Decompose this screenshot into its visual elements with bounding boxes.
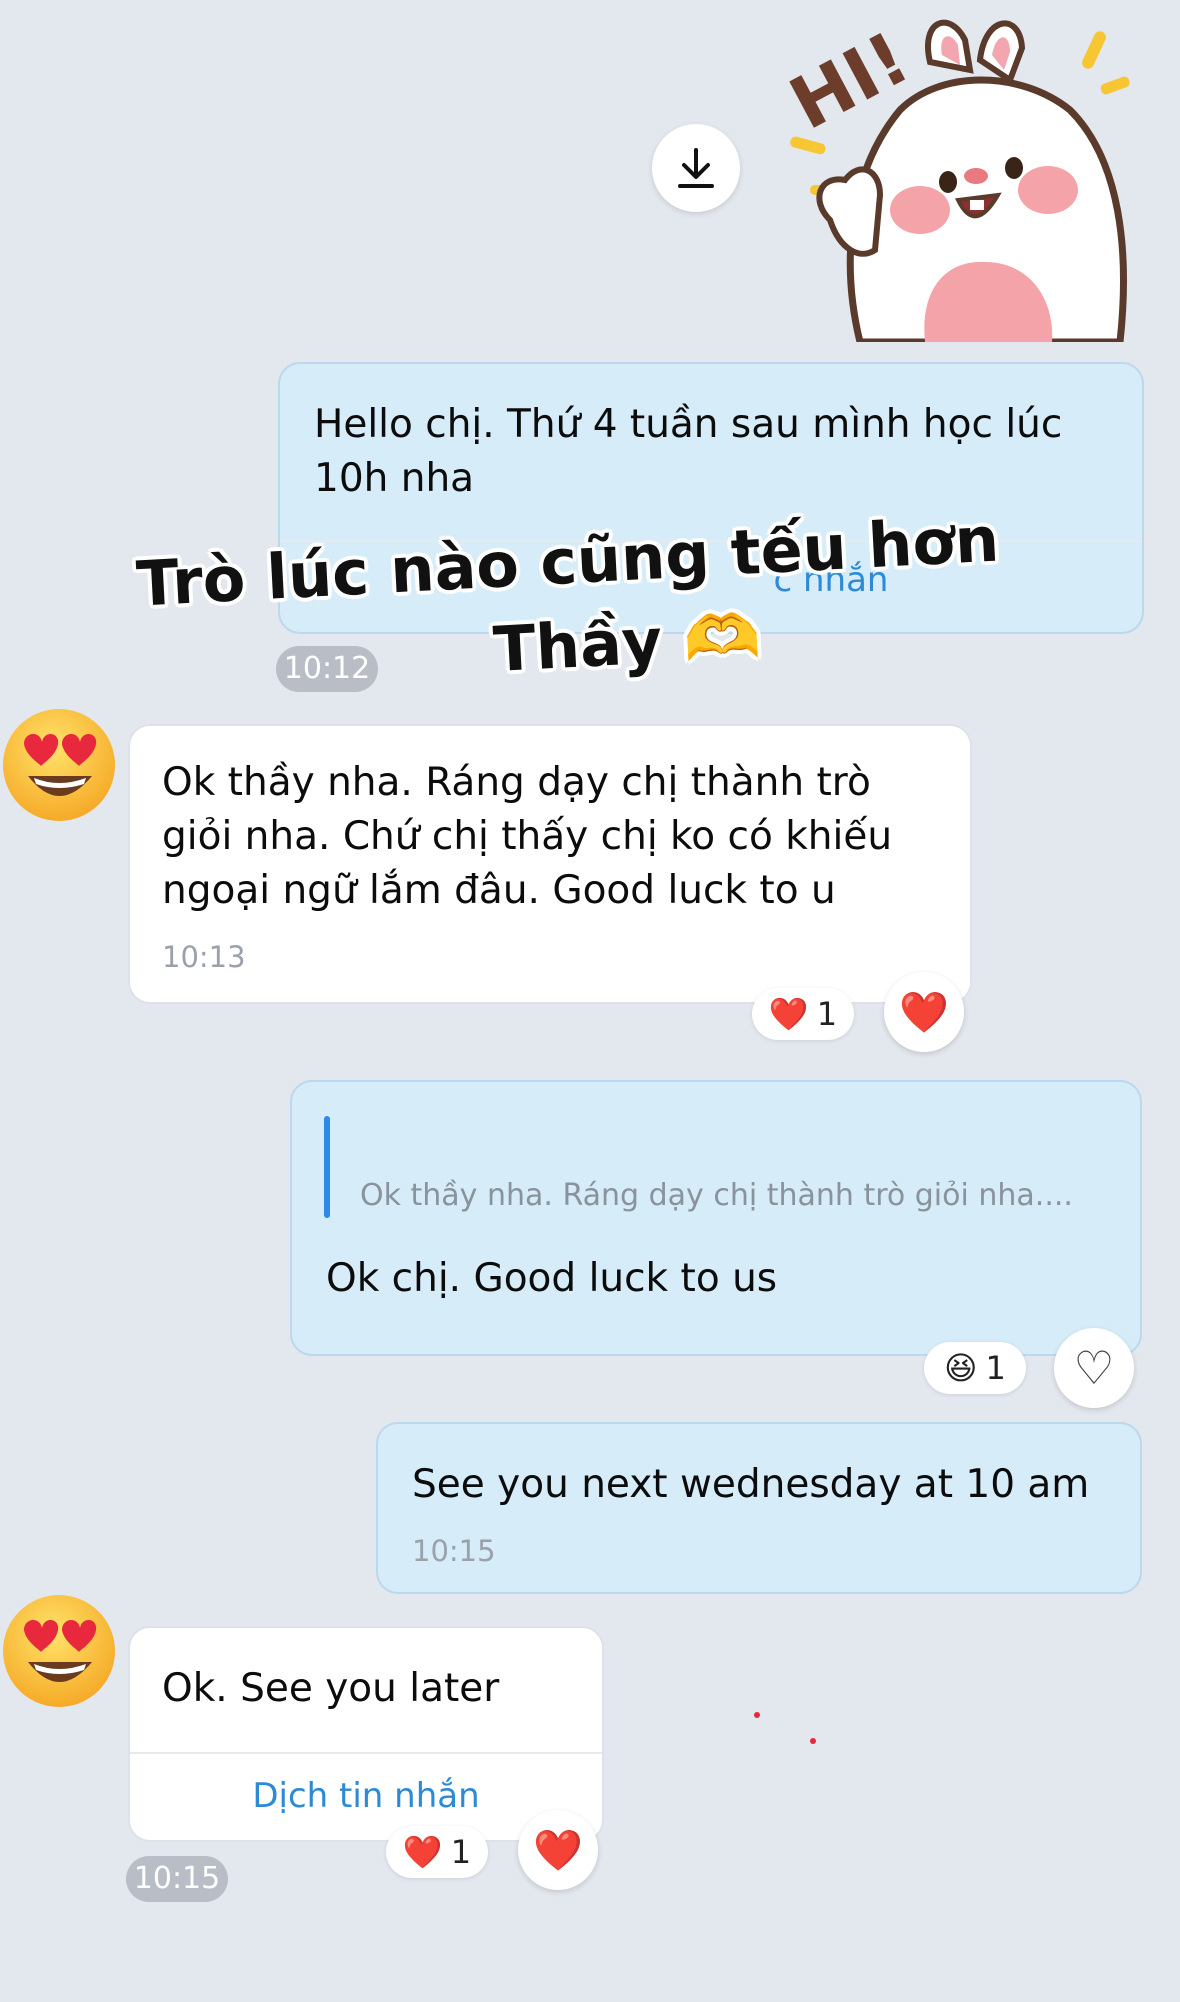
quoted-message[interactable]: Ok thầy nha. Ráng dạy chị thành trò giỏi…: [360, 1178, 1120, 1213]
avatar[interactable]: [0, 1592, 118, 1710]
bunny-hi-sticker[interactable]: HI!: [770, 0, 1150, 346]
heart-outline-icon: ♡: [1073, 1341, 1115, 1395]
download-button[interactable]: [652, 124, 740, 212]
reaction-count: 1: [816, 995, 838, 1033]
reaction-summary[interactable]: ❤️ 1: [386, 1826, 488, 1878]
message-time: 10:13: [162, 940, 246, 974]
message-bubble-outgoing[interactable]: See you next wednesday at 10 am 10:15: [376, 1422, 1142, 1594]
reaction-summary[interactable]: ❤️ 1: [752, 988, 854, 1040]
decorative-dot: [810, 1738, 816, 1744]
avatar[interactable]: [0, 706, 118, 824]
react-button[interactable]: ❤️: [884, 972, 964, 1052]
message-bubble-incoming[interactable]: Ok thầy nha. Ráng dạy chị thành trò giỏi…: [128, 724, 972, 1004]
decorative-dot: [754, 1712, 760, 1718]
time-pill: 10:15: [126, 1856, 228, 1902]
bubble-divider: [130, 1752, 602, 1754]
message-text: See you next wednesday at 10 am: [412, 1462, 1090, 1507]
reaction-count: 1: [985, 1349, 1006, 1387]
message-bubble-incoming[interactable]: Ok. See you later Dịch tin nhắn: [128, 1626, 604, 1842]
laughing-reaction-icon: 😆: [944, 1349, 978, 1387]
message-text: Ok thầy nha. Ráng dạy chị thành trò giỏi…: [162, 760, 893, 913]
download-icon: [678, 148, 714, 188]
react-button[interactable]: ♡: [1054, 1328, 1134, 1408]
overlay-caption: Trò lúc nào cũng tếu hơn Thầy 🫶: [116, 497, 1024, 712]
quote-bar: [324, 1116, 330, 1218]
reaction-count: 1: [450, 1833, 472, 1871]
heart-eyes-emoji-icon: [3, 1595, 115, 1707]
react-button[interactable]: ❤️: [518, 1810, 598, 1890]
heart-reaction-icon: ❤️: [768, 995, 809, 1033]
heart-icon: ❤️: [899, 989, 949, 1036]
message-bubble-outgoing-reply[interactable]: Ok thầy nha. Ráng dạy chị thành trò giỏi…: [290, 1080, 1142, 1356]
message-time: 10:15: [412, 1534, 496, 1568]
heart-icon: ❤️: [533, 1827, 583, 1874]
message-text: Ok chị. Good luck to us: [326, 1256, 778, 1301]
message-text: Ok. See you later: [162, 1666, 500, 1711]
heart-reaction-icon: ❤️: [402, 1833, 443, 1871]
translate-message-link[interactable]: Dịch tin nhắn: [130, 1776, 602, 1816]
reaction-summary[interactable]: 😆 1: [924, 1342, 1026, 1394]
message-text: Hello chị. Thứ 4 tuần sau mình học lúc 1…: [314, 402, 1063, 501]
heart-eyes-emoji-icon: [3, 709, 115, 821]
